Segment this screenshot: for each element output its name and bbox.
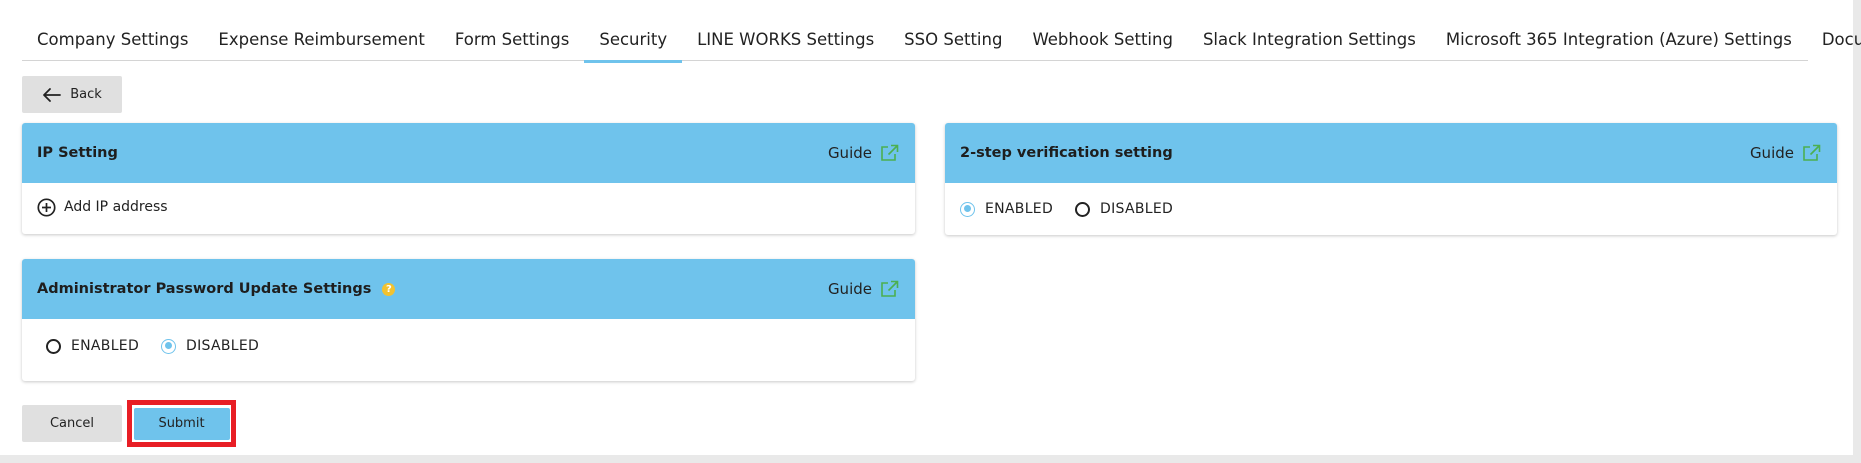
tab-webhook-setting[interactable]: Webhook Setting (1017, 21, 1188, 61)
add-ip-address-button[interactable]: Add IP address (37, 197, 168, 217)
back-button[interactable]: Back (22, 76, 122, 113)
two-step-verification-title: 2-step verification setting (960, 145, 1173, 161)
back-button-label: Back (70, 87, 102, 102)
ip-setting-card: IP Setting Guide Add IP address (22, 123, 915, 234)
radio-checked-icon (960, 201, 975, 217)
security-settings-page: Company Settings Expense Reimbursement F… (0, 0, 1861, 455)
admin-password-disabled-radio[interactable]: DISABLED (161, 338, 259, 354)
two-step-enabled-label: ENABLED (985, 201, 1054, 217)
tab-docusign[interactable]: DocuSign (1807, 21, 1861, 61)
plus-circle-icon (37, 197, 56, 217)
tab-security[interactable]: Security (584, 21, 682, 63)
tab-expense-reimbursement[interactable]: Expense Reimbursement (203, 21, 439, 61)
radio-unchecked-icon (46, 338, 61, 354)
two-step-disabled-label: DISABLED (1100, 201, 1174, 217)
question-circle-icon[interactable]: ? (382, 282, 396, 296)
tab-form-settings[interactable]: Form Settings (440, 21, 585, 61)
guide-label: Guide (827, 144, 872, 162)
admin-password-guide-link[interactable]: Guide (828, 280, 899, 298)
tab-sso-setting[interactable]: SSO Setting (889, 21, 1017, 61)
admin-password-title: Administrator Password Update Settings (37, 281, 372, 297)
admin-password-enabled-radio[interactable]: ENABLED (46, 338, 139, 354)
tab-company-settings[interactable]: Company Settings (22, 21, 203, 61)
tab-slack-integration-settings[interactable]: Slack Integration Settings (1188, 21, 1431, 61)
settings-tab-bar: Company Settings Expense Reimbursement F… (22, 21, 1861, 63)
submit-button[interactable]: Submit (133, 407, 230, 440)
radio-unchecked-icon (1075, 201, 1091, 217)
admin-password-update-card: Administrator Password Update Settings ?… (22, 259, 915, 381)
ip-setting-header: IP Setting Guide (22, 123, 915, 183)
arrow-left-icon (43, 87, 62, 102)
ip-setting-body: Add IP address (22, 183, 915, 231)
external-link-icon (881, 280, 899, 297)
two-step-verification-card: 2-step verification setting Guide ENABLE… (945, 123, 1837, 235)
add-ip-address-label: Add IP address (64, 199, 168, 215)
radio-checked-icon (161, 338, 177, 354)
admin-password-header: Administrator Password Update Settings ?… (22, 259, 915, 319)
tab-line-works-settings[interactable]: LINE WORKS Settings (682, 21, 889, 61)
two-step-guide-link[interactable]: Guide (1750, 144, 1821, 162)
admin-password-disabled-label: DISABLED (186, 338, 260, 354)
cancel-button[interactable]: Cancel (22, 405, 122, 442)
submit-highlight-box: Submit (127, 400, 236, 447)
two-step-enabled-radio[interactable]: ENABLED (960, 201, 1053, 217)
admin-password-enabled-label: ENABLED (71, 338, 140, 354)
admin-password-title-wrap: Administrator Password Update Settings ? (37, 281, 396, 297)
ip-setting-title: IP Setting (37, 145, 118, 161)
two-step-verification-body: ENABLED DISABLED (945, 183, 1837, 235)
two-step-disabled-radio[interactable]: DISABLED (1075, 201, 1173, 217)
external-link-icon (1803, 144, 1821, 161)
guide-label: Guide (827, 280, 872, 298)
two-step-verification-header: 2-step verification setting Guide (945, 123, 1837, 183)
external-link-icon (881, 144, 899, 161)
admin-password-body: ENABLED DISABLED (22, 319, 915, 373)
tab-microsoft-365-integration-settings[interactable]: Microsoft 365 Integration (Azure) Settin… (1431, 21, 1807, 61)
guide-label: Guide (1749, 144, 1794, 162)
ip-setting-guide-link[interactable]: Guide (828, 144, 899, 162)
